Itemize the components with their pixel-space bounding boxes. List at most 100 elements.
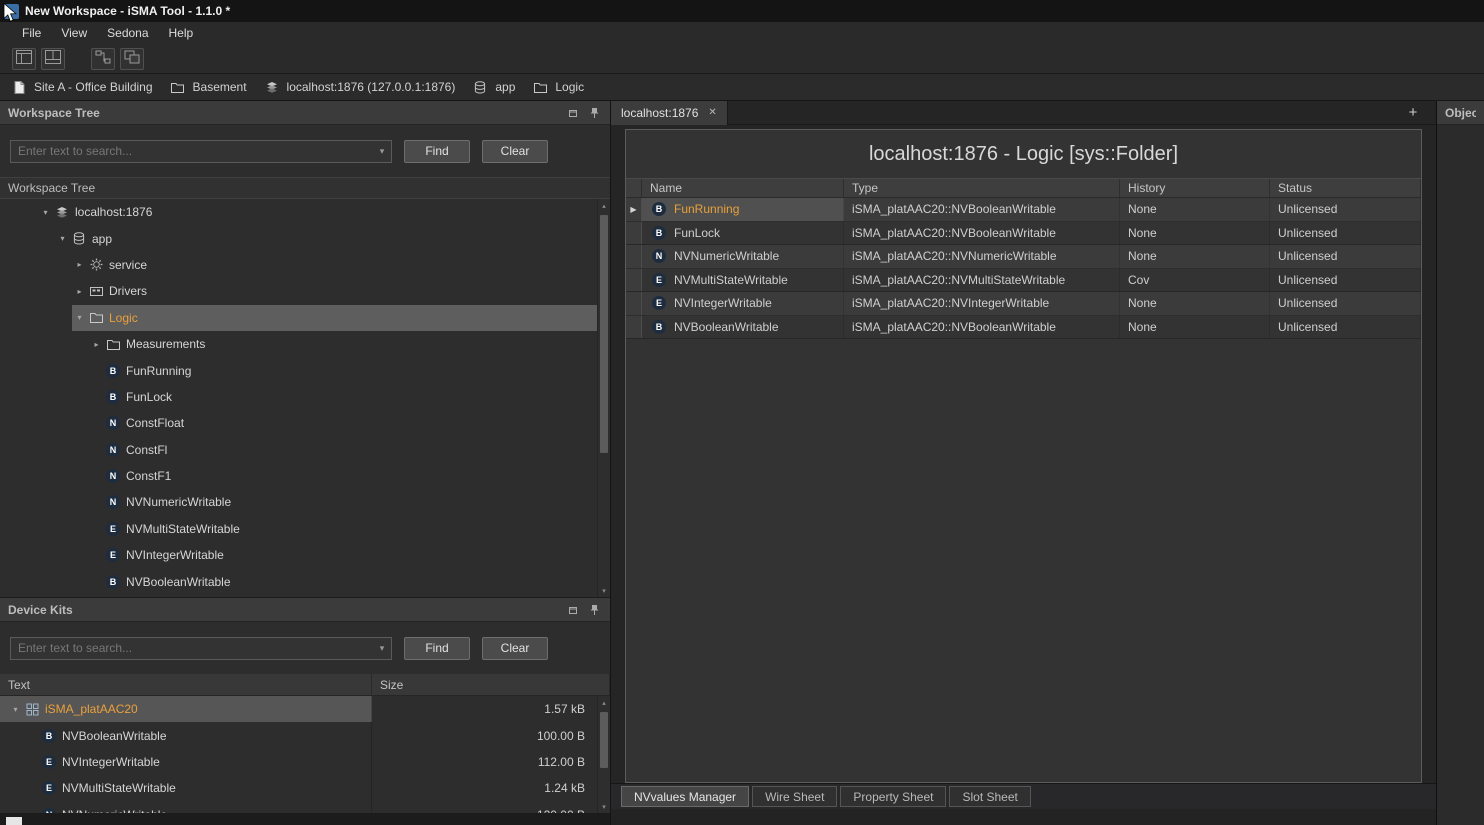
dock-windows-icon — [45, 50, 61, 67]
view-tabs: NVvalues ManagerWire SheetProperty Sheet… — [611, 783, 1436, 809]
tree-node-label: ConstFl — [122, 443, 167, 457]
boolean-point-icon: B — [650, 320, 668, 334]
table-row-nvmultistatewritable[interactable]: ENVMultiStateWritableiSMA_platAAC20::NVM… — [626, 269, 1421, 293]
dock-windows-button[interactable] — [41, 48, 65, 70]
pin-icon[interactable] — [586, 602, 602, 618]
tree-node-constfl[interactable]: NConstFl — [0, 437, 597, 463]
kits-scrollbar[interactable]: ▴ ▾ — [597, 696, 610, 813]
find-button[interactable]: Find — [404, 140, 470, 163]
kit-row-nvbooleanwritable[interactable]: BNVBooleanWritable100.00 B — [0, 722, 597, 748]
menu-view[interactable]: View — [51, 24, 97, 42]
kit-row-nvnumericwritable[interactable]: NNVNumericWritable120.00 B — [0, 802, 597, 813]
panel-title: Workspace Tree — [8, 106, 560, 120]
tree-node-logic[interactable]: ▾Logic — [0, 305, 597, 331]
view-tab-wire-sheet[interactable]: Wire Sheet — [752, 786, 837, 807]
breadcrumb-item[interactable]: Basement — [169, 80, 247, 94]
breadcrumb-item[interactable]: localhost:1876 (127.0.0.1:1876) — [263, 80, 456, 94]
view-tab-slot-sheet[interactable]: Slot Sheet — [949, 786, 1030, 807]
wire-sheet-button[interactable] — [91, 48, 115, 70]
add-tab-button[interactable]: + — [1404, 104, 1422, 121]
expander-icon[interactable]: ▸ — [72, 287, 87, 296]
scroll-up-icon[interactable]: ▴ — [598, 696, 610, 709]
view-tab-nvvalues-manager[interactable]: NVvalues Manager — [621, 786, 749, 807]
chevron-down-icon[interactable]: ▾ — [373, 643, 391, 654]
scrollbar-thumb[interactable] — [600, 215, 608, 453]
panel-title: Device Kits — [8, 603, 560, 617]
tree-node-measurements[interactable]: ▸Measurements — [0, 331, 597, 357]
breadcrumb-item[interactable]: app — [471, 80, 515, 94]
expander-icon[interactable]: ▾ — [38, 208, 53, 217]
expander-icon[interactable]: ▸ — [89, 340, 104, 349]
close-icon[interactable]: ✕ — [708, 107, 716, 118]
breadcrumb-label: Basement — [193, 80, 247, 94]
cell-status: Unlicensed — [1270, 316, 1421, 339]
kit-row-nvmultistatewritable[interactable]: ENVMultiStateWritable1.24 kB — [0, 775, 597, 801]
tree-node-app[interactable]: ▾app — [0, 225, 597, 251]
table-row-funrunning[interactable]: ▶BFunRunningiSMA_platAAC20::NVBooleanWri… — [626, 198, 1421, 222]
column-type[interactable]: Type — [844, 179, 1120, 197]
tree-node-funlock[interactable]: BFunLock — [0, 384, 597, 410]
tree-node-service[interactable]: ▸service — [0, 252, 597, 278]
tab-label: localhost:1876 — [621, 106, 698, 120]
kits-search-input[interactable] — [11, 641, 373, 655]
kit-row-nvintegerwritable[interactable]: ENVIntegerWritable112.00 B — [0, 749, 597, 775]
kits-search-box: ▾ — [10, 637, 392, 660]
tree-node-constfloat[interactable]: NConstFloat — [0, 410, 597, 436]
breadcrumb-item[interactable]: Site A - Office Building — [10, 80, 153, 94]
tree-node-drivers[interactable]: ▸Drivers — [0, 278, 597, 304]
menu-help[interactable]: Help — [159, 24, 204, 42]
tree-node-funrunning[interactable]: BFunRunning — [0, 357, 597, 383]
cell-status: Unlicensed — [1270, 222, 1421, 245]
cell-status: Unlicensed — [1270, 198, 1421, 221]
tree-node-nvmultistatewritable[interactable]: ENVMultiStateWritable — [0, 516, 597, 542]
boolean-point-icon: B — [104, 390, 122, 404]
tree-node-constf1[interactable]: NConstF1 — [0, 463, 597, 489]
scrollbar-thumb[interactable] — [600, 712, 608, 768]
expander-icon[interactable]: ▾ — [55, 234, 70, 243]
menu-file[interactable]: File — [12, 24, 51, 42]
column-history[interactable]: History — [1120, 179, 1270, 197]
table-row-funlock[interactable]: BFunLockiSMA_platAAC20::NVBooleanWritabl… — [626, 222, 1421, 246]
expander-icon[interactable]: ▾ — [72, 313, 87, 322]
document-tab[interactable]: localhost:1876 ✕ — [611, 101, 728, 125]
restore-icon[interactable] — [565, 602, 581, 618]
kit-row-isma_plataac20[interactable]: ▾iSMA_platAAC201.57 kB — [0, 696, 597, 722]
tree-node-nvbooleanwritable[interactable]: BNVBooleanWritable — [0, 568, 597, 594]
table-row-nvnumericwritable[interactable]: NNVNumericWritableiSMA_platAAC20::NVNume… — [626, 245, 1421, 269]
views-button[interactable] — [120, 48, 144, 70]
workspace-search-input[interactable] — [11, 144, 373, 158]
cell-type: iSMA_platAAC20::NVNumericWritable — [844, 245, 1120, 268]
find-button[interactable]: Find — [404, 637, 470, 660]
tree-column-header[interactable]: Workspace Tree — [0, 177, 610, 199]
app-icon — [4, 4, 19, 19]
expander-icon[interactable]: ▸ — [72, 260, 87, 269]
column-status[interactable]: Status — [1270, 179, 1421, 197]
column-size[interactable]: Size — [372, 674, 610, 695]
view-tab-property-sheet[interactable]: Property Sheet — [840, 786, 946, 807]
scroll-up-icon[interactable]: ▴ — [598, 199, 610, 212]
document-view: localhost:1876 - Logic [sys::Folder] Nam… — [625, 129, 1422, 783]
kits-column-header: Text Size — [0, 674, 610, 696]
drivers-icon — [87, 286, 105, 297]
kit-label: NVBooleanWritable — [58, 729, 167, 743]
clear-button[interactable]: Clear — [482, 637, 548, 660]
workspace-layout-button[interactable] — [12, 48, 36, 70]
chevron-down-icon[interactable]: ▾ — [373, 146, 391, 157]
expander-icon[interactable]: ▾ — [8, 705, 23, 714]
breadcrumb-label: Logic — [555, 80, 584, 94]
column-name[interactable]: Name — [642, 179, 844, 197]
tree-node-nvintegerwritable[interactable]: ENVIntegerWritable — [0, 542, 597, 568]
tree-scrollbar[interactable]: ▴ ▾ — [597, 199, 610, 597]
scroll-down-icon[interactable]: ▾ — [598, 800, 610, 813]
clear-button[interactable]: Clear — [482, 140, 548, 163]
tree-node-nvnumericwritable[interactable]: NNVNumericWritable — [0, 489, 597, 515]
table-row-nvbooleanwritable[interactable]: BNVBooleanWritableiSMA_platAAC20::NVBool… — [626, 316, 1421, 340]
restore-icon[interactable] — [565, 105, 581, 121]
table-row-nvintegerwritable[interactable]: ENVIntegerWritableiSMA_platAAC20::NVInte… — [626, 292, 1421, 316]
tree-node-localhost:1876[interactable]: ▾localhost:1876 — [0, 199, 597, 225]
scroll-down-icon[interactable]: ▾ — [598, 584, 610, 597]
menu-sedona[interactable]: Sedona — [97, 24, 158, 42]
breadcrumb-item[interactable]: Logic — [531, 80, 584, 94]
column-text[interactable]: Text — [0, 674, 372, 695]
pin-icon[interactable] — [586, 105, 602, 121]
